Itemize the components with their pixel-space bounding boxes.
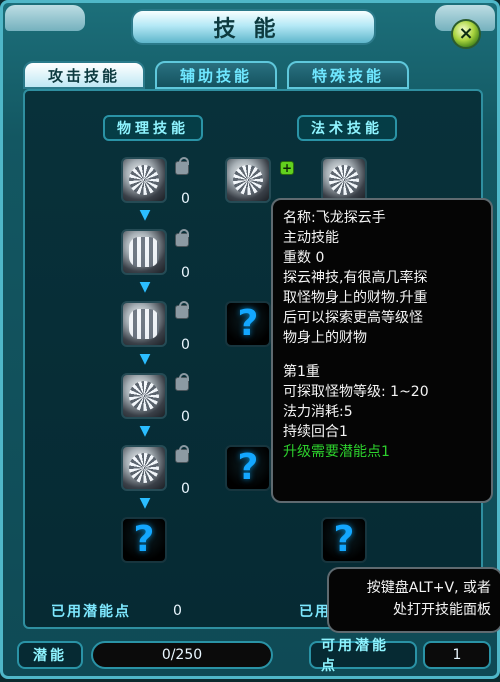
window-title: 技能 bbox=[213, 16, 294, 42]
tooltip-type: 主动技能 bbox=[283, 230, 339, 246]
used-points-value-left: 0 bbox=[173, 603, 182, 619]
tab-bar: 攻击技能 辅助技能 特殊技能 bbox=[23, 61, 483, 91]
lock-icon bbox=[175, 229, 189, 247]
hint-line-1: 按键盘ALT+V, 或者 bbox=[366, 580, 491, 596]
down-arrow-icon: ▼ bbox=[139, 495, 151, 511]
dragon-claw-skill-icon[interactable] bbox=[225, 157, 271, 203]
vortex-skill-icon[interactable] bbox=[321, 157, 367, 203]
tab-support-skills[interactable]: 辅助技能 bbox=[155, 61, 277, 89]
cyclone-skill-icon[interactable] bbox=[121, 373, 167, 419]
upgrade-plus-icon[interactable]: + bbox=[280, 161, 294, 175]
skill-tooltip: 名称:飞龙探云手 主动技能 重数 0 探云神技,有很高几率探 取怪物身上的财物.… bbox=[271, 198, 493, 503]
tooltip-desc-4: 物身上的财物 bbox=[283, 330, 367, 346]
down-arrow-icon: ▼ bbox=[139, 279, 151, 295]
tooltip-detail-1: 可探取怪物等级: 1~20 bbox=[283, 384, 429, 400]
whirlwind-skill-icon[interactable] bbox=[121, 157, 167, 203]
unknown-skill-icon[interactable]: ? bbox=[321, 517, 367, 563]
window-decoration-left bbox=[5, 5, 85, 31]
close-x-icon: × bbox=[458, 23, 474, 44]
tooltip-desc-2: 取怪物身上的财物.升重 bbox=[283, 290, 428, 306]
skills-window: 技能 × 攻击技能 辅助技能 特殊技能 物理技能 法术技能 0 ▼ 0 ▼ 0 … bbox=[0, 0, 500, 679]
skill-level: 0 bbox=[181, 409, 190, 425]
close-button[interactable]: × bbox=[451, 19, 481, 49]
tab-label: 辅助技能 bbox=[179, 66, 252, 85]
potential-label: 潜能 bbox=[17, 641, 83, 669]
tooltip-detail-2: 法力消耗:5 bbox=[283, 404, 353, 420]
hint-tooltip: 按键盘ALT+V, 或者 处打开技能面板 bbox=[327, 567, 500, 633]
bottom-bar: 潜能 0/250 可用潜能点 1 bbox=[3, 635, 500, 682]
tooltip-level: 重数 0 bbox=[283, 250, 325, 266]
unknown-skill-icon[interactable]: ? bbox=[121, 517, 167, 563]
available-points-value: 1 bbox=[423, 641, 491, 669]
tab-attack-skills[interactable]: 攻击技能 bbox=[23, 61, 145, 89]
magic-skills-title: 法术技能 bbox=[311, 121, 383, 137]
available-points-label: 可用潜能点 bbox=[309, 638, 417, 674]
tooltip-detail-3: 持续回合1 bbox=[283, 424, 348, 440]
lock-icon bbox=[175, 157, 189, 175]
tooltip-name: 名称:飞龙探云手 bbox=[283, 210, 386, 226]
lock-icon bbox=[175, 373, 189, 391]
tooltip-desc-1: 探云神技,有很高几率探 bbox=[283, 270, 428, 286]
potential-bar: 0/250 bbox=[91, 641, 273, 669]
tab-label: 特殊技能 bbox=[311, 66, 384, 85]
physical-skills-title: 物理技能 bbox=[117, 121, 189, 137]
down-arrow-icon: ▼ bbox=[139, 423, 151, 439]
skill-level: 0 bbox=[181, 337, 190, 353]
tab-label: 攻击技能 bbox=[47, 66, 120, 85]
tooltip-upgrade-cost: 升级需要潜能点1 bbox=[283, 444, 390, 460]
window-title-bar: 技能 bbox=[131, 9, 376, 45]
tooltip-spacer bbox=[283, 348, 481, 362]
unknown-skill-icon[interactable]: ? bbox=[225, 301, 271, 347]
tooltip-tier-title: 第1重 bbox=[283, 364, 320, 380]
potential-value: 0/250 bbox=[161, 647, 203, 663]
spiral-shell-skill-icon[interactable] bbox=[121, 445, 167, 491]
down-arrow-icon: ▼ bbox=[139, 207, 151, 223]
skill-level: 0 bbox=[181, 191, 190, 207]
fan-slash-skill-icon[interactable] bbox=[121, 229, 167, 275]
skill-level: 0 bbox=[181, 265, 190, 281]
used-points-label-left: 已用潜能点 bbox=[51, 604, 131, 620]
spike-burst-skill-icon[interactable] bbox=[121, 301, 167, 347]
physical-skills-header: 物理技能 bbox=[103, 115, 203, 141]
lock-icon bbox=[175, 445, 189, 463]
down-arrow-icon: ▼ bbox=[139, 351, 151, 367]
lock-icon bbox=[175, 301, 189, 319]
skill-level: 0 bbox=[181, 481, 190, 497]
tooltip-desc-3: 后可以探索更高等级怪 bbox=[283, 310, 423, 326]
magic-skills-header: 法术技能 bbox=[297, 115, 397, 141]
unknown-skill-icon[interactable]: ? bbox=[225, 445, 271, 491]
tab-special-skills[interactable]: 特殊技能 bbox=[287, 61, 409, 89]
hint-line-2: 处打开技能面板 bbox=[393, 602, 491, 618]
